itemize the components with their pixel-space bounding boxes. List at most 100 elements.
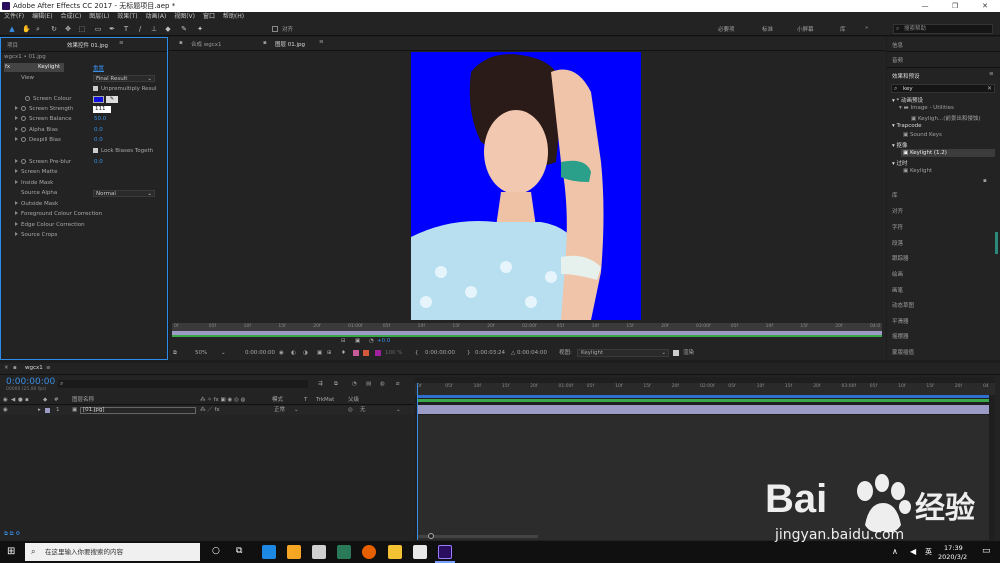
panel-wiggler[interactable]: 摇摆器	[892, 332, 909, 340]
fx-icon[interactable]: fx	[5, 64, 10, 70]
unpremultiply-checkbox[interactable]	[93, 86, 98, 91]
workspace-menu-icon[interactable]: »	[865, 25, 868, 31]
screen-matte-row[interactable]: Screen Matte	[1, 167, 167, 177]
mode-header[interactable]: 模式	[272, 396, 283, 405]
lock-biases-checkbox[interactable]	[93, 148, 98, 153]
tree-obsolete[interactable]: ▾ 过时	[892, 159, 908, 167]
show-snapshot-icon[interactable]: ◐	[291, 348, 296, 358]
effects-search-input[interactable]: ⌕ key ✕	[891, 84, 995, 93]
toggle-switches-icon[interactable]: ⧉ ⧉ ⚙	[4, 531, 20, 538]
tree-image-utilities[interactable]: ▾ ▬ Image - Utilities	[899, 105, 954, 111]
edge-colour-correction-row[interactable]: Edge Colour Correction	[1, 220, 167, 230]
playhead[interactable]	[417, 383, 418, 540]
source-crops-row[interactable]: Source Crops	[1, 230, 167, 240]
view-dropdown[interactable]: Keylight ⌄	[577, 349, 669, 357]
close-button[interactable]: ✕	[970, 0, 1000, 12]
expand-icon[interactable]	[15, 201, 18, 205]
preview-icon[interactable]: ▣	[355, 336, 360, 346]
notepad-icon[interactable]	[413, 545, 427, 559]
tree-keylight-effect[interactable]: ▣ Keylight (1.2)	[903, 150, 947, 156]
timeline-timecode[interactable]: 0:00:00:00	[6, 377, 55, 387]
fit-icon[interactable]: ⌄	[221, 348, 226, 358]
brush-tool-icon[interactable]: /	[136, 25, 144, 33]
screen-balance-value[interactable]: 50.0	[94, 114, 106, 124]
menu-effect[interactable]: 效果(T)	[117, 13, 137, 20]
screen-strength-input[interactable]: 111	[93, 106, 111, 113]
tab-layer[interactable]: 图层 01.jpg	[275, 40, 305, 48]
menu-file[interactable]: 文件(F)	[4, 13, 24, 20]
panel-library[interactable]: 库	[892, 191, 898, 199]
graph-editor-icon[interactable]: ⧄	[396, 381, 400, 388]
timeline-search-input[interactable]: ⌕	[58, 380, 308, 388]
task-view-icon[interactable]: ○	[212, 546, 220, 556]
lock-icon[interactable]: ▪	[13, 365, 17, 371]
zoom-tool-icon[interactable]: ⌕	[34, 25, 42, 33]
table-row[interactable]: ◉ ▸ 1 ▣ [01.jpg] ⁂ ／ fx 正常 ⌄ ◎ 无 ⌄	[0, 406, 414, 415]
expand-icon[interactable]	[15, 211, 18, 215]
solo-icon[interactable]: ●	[18, 396, 23, 405]
viewer-time-ruler[interactable]: 0f 05f 10f 15f 20f 01:00f 05f 10f 15f 20f 02:00f 05…	[172, 323, 882, 331]
mode-dropdown[interactable]: 正常	[274, 406, 285, 415]
zoom-dropdown[interactable]: 50%	[195, 348, 207, 358]
menu-layer[interactable]: 图层(L)	[89, 13, 109, 20]
alpha-boundary-icon[interactable]: ▣	[317, 348, 322, 358]
taskbar-search-input[interactable]: ⌕ 在这里输入你要搜索的内容	[25, 543, 200, 561]
tree-keylight-preset[interactable]: ▣ Keyligh...(前景出和侵蚀)	[911, 114, 981, 122]
effect-name-keylight[interactable]: Keylight	[38, 64, 60, 70]
in-point-icon[interactable]: {	[415, 348, 419, 358]
tab-composition[interactable]: 合成 wgcx1	[191, 40, 222, 48]
label-column-icon[interactable]: ◆	[43, 396, 47, 405]
panel-tracker[interactable]: 跟踪器	[892, 254, 909, 262]
channel-icon[interactable]: ◑	[303, 348, 308, 358]
new-folder-icon[interactable]: ▪	[983, 178, 987, 184]
color-swatch-magenta[interactable]	[353, 350, 359, 356]
stopwatch-icon[interactable]	[21, 127, 26, 132]
expand-icon[interactable]	[15, 106, 18, 110]
expand-icon[interactable]	[15, 169, 18, 173]
tree-keylight-obsolete[interactable]: ▣ Keylight	[903, 168, 932, 174]
exposure-value[interactable]: +0.0	[377, 336, 390, 346]
out-point-icon[interactable]: }	[467, 348, 471, 358]
expand-icon[interactable]	[15, 180, 18, 184]
menu-edit[interactable]: 编辑(E)	[32, 13, 52, 20]
maximize-button[interactable]: ❐	[940, 0, 970, 12]
expand-icon[interactable]	[15, 232, 18, 236]
minimize-button[interactable]: —	[910, 0, 940, 12]
view-dropdown[interactable]: Final Result ⌄	[93, 75, 155, 82]
tab-effect-controls[interactable]: 效果控件 01.jpg	[67, 41, 108, 49]
menu-composition[interactable]: 合成(C)	[60, 13, 81, 20]
ratio-field[interactable]: 100 %	[385, 348, 402, 358]
snapshot-icon[interactable]: ◉	[279, 348, 284, 358]
right-panel-scrollbar[interactable]	[995, 232, 998, 254]
end-time-field[interactable]: 0:00:03:24	[475, 348, 505, 358]
puppet-pin-tool-icon[interactable]: ✦	[196, 25, 204, 33]
tab-timeline-comp[interactable]: wgcx1	[25, 365, 43, 371]
panel-smoother[interactable]: 平滑器	[892, 317, 909, 325]
selection-tool-icon[interactable]: ▲	[8, 25, 16, 33]
menu-animation[interactable]: 动画(A)	[146, 13, 167, 20]
layer-label-color[interactable]	[45, 408, 50, 413]
foreground-colour-correction-row[interactable]: Foreground Colour Correction	[1, 209, 167, 219]
lock-column-icon[interactable]: ▪	[25, 396, 29, 405]
expand-icon[interactable]	[15, 137, 18, 141]
stopwatch-icon[interactable]	[21, 106, 26, 111]
panel-paragraph[interactable]: 段落	[892, 239, 903, 247]
menu-help[interactable]: 帮助(H)	[223, 13, 244, 20]
grid-icon[interactable]: ⊞	[327, 348, 332, 358]
workspace-standard[interactable]: 标准	[762, 25, 773, 33]
tree-animation-presets[interactable]: ▾ * 动画预设	[892, 96, 923, 104]
rectangle-tool-icon[interactable]: ▭	[94, 25, 102, 33]
source-alpha-dropdown[interactable]: Normal ⌄	[93, 190, 155, 197]
stopwatch-icon[interactable]	[21, 137, 26, 142]
shy-layers-icon[interactable]: ◔	[352, 381, 357, 387]
eyedropper-icon[interactable]: ✎	[106, 96, 118, 103]
after-effects-taskbar-icon[interactable]	[438, 545, 452, 559]
parent-dropdown[interactable]: 无	[360, 406, 366, 415]
zoom-slider[interactable]	[418, 533, 538, 539]
edge-browser-icon[interactable]	[262, 545, 276, 559]
draft-3d-icon[interactable]: ⧉	[334, 381, 338, 388]
panel-character[interactable]: 字符	[892, 223, 903, 231]
magnification-icon[interactable]: ⧉	[173, 348, 177, 358]
hand-tool-icon[interactable]: ✋	[22, 25, 31, 33]
panel-menu-icon[interactable]: ≡	[989, 71, 994, 77]
